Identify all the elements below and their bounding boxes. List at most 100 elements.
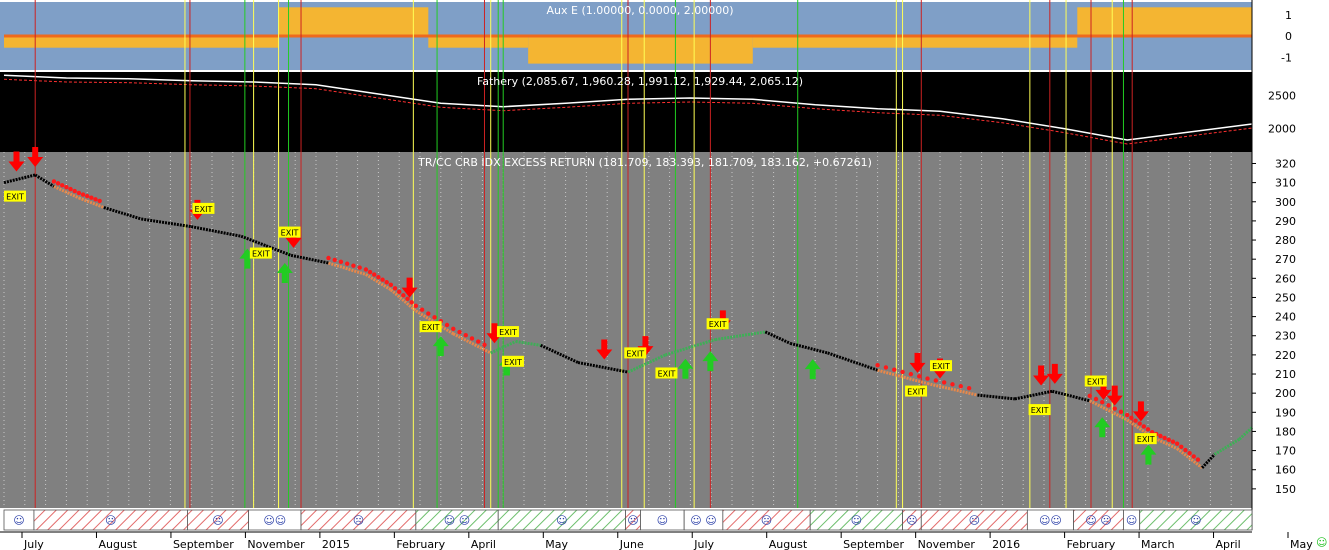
down-signal-dot <box>1145 427 1151 432</box>
down-signal-dot <box>345 261 350 266</box>
exit-label-text: EXIT <box>709 320 727 329</box>
exit-label: EXIT <box>1028 404 1051 416</box>
down-signal-dot <box>1191 454 1196 459</box>
down-signal-dot <box>72 188 77 194</box>
down-signal-dot <box>401 293 406 298</box>
down-signal-dot <box>469 336 475 341</box>
regime-face-icon: ☺ ☹ <box>1085 514 1111 527</box>
month-axis: July August September November 2015 February A… <box>0 531 1313 550</box>
down-signal-dot <box>80 192 86 197</box>
month-label: July <box>693 538 714 550</box>
fathery-tick-label: 2500 <box>1268 89 1296 102</box>
crb-tick-label: 160 <box>1275 464 1296 477</box>
regime-face-icon: ☹ <box>969 514 980 527</box>
down-signal-dot <box>93 197 98 202</box>
crb-tick-label: 180 <box>1275 425 1296 438</box>
down-signal-dot <box>76 190 82 196</box>
down-signal-dot <box>405 296 410 302</box>
month-label: 2015 <box>322 538 350 550</box>
down-signal-dot <box>380 277 385 282</box>
exit-label-text: EXIT <box>1137 435 1155 444</box>
month-label: April <box>1216 538 1241 550</box>
down-signal-dot <box>476 339 481 344</box>
down-signal-dot <box>1133 418 1138 423</box>
smiley-icon: ☺ <box>1316 536 1327 549</box>
down-signal-dot <box>338 259 344 265</box>
regime-face-icon: ☺☺ <box>1039 514 1062 527</box>
crb-tick-label: 260 <box>1275 272 1296 285</box>
exit-label: EXIT <box>419 321 442 333</box>
month-label: July <box>23 538 44 550</box>
down-signal-dot <box>1158 433 1163 439</box>
down-signal-dot <box>413 303 419 309</box>
exit-label-text: EXIT <box>1087 378 1105 387</box>
exit-label: EXIT <box>624 347 647 359</box>
month-label: February <box>396 538 445 550</box>
regime-face-icon: ☺ <box>1126 514 1137 527</box>
aux-e-bar <box>528 36 753 64</box>
down-signal-dot <box>326 255 331 261</box>
aux-e-tick-label: 0 <box>1285 30 1292 43</box>
regime-face-icon: ☺ <box>556 514 567 527</box>
exit-label: EXIT <box>905 385 928 397</box>
crb-tick-label: 190 <box>1275 406 1296 419</box>
down-signal-dot <box>51 179 57 184</box>
month-label: May <box>545 538 568 550</box>
down-signal-dot <box>1174 441 1180 446</box>
down-signal-dot <box>1162 435 1167 441</box>
crb-tick-label: 150 <box>1275 483 1296 496</box>
regime-face-icon: ☺ <box>851 514 862 527</box>
exit-label-text: EXIT <box>422 323 440 332</box>
down-signal-dot <box>463 333 468 338</box>
down-signal-dot <box>1125 412 1130 418</box>
exit-label-text: EXIT <box>195 205 213 214</box>
down-signal-dot <box>357 265 362 270</box>
regime-face-icon: ☺ <box>13 514 24 527</box>
down-signal-dot <box>376 274 381 280</box>
fathery-title: Fathery (2,085.67, 1,960.28, 1,991.12, 1… <box>477 75 803 88</box>
month-label: August <box>98 538 137 550</box>
crb-tick-label: 210 <box>1275 368 1296 381</box>
exit-label: EXIT <box>1134 433 1157 445</box>
crb-tick-label: 310 <box>1275 177 1296 190</box>
regime-face-icon: ☹ <box>353 514 364 527</box>
regime-band-strip: ☺ ☹ ☹ ☺☺ ☹ ☺ ☺ ☺ ☹ ☺ ☺ ☺ ☹ ☺ ☹ ☹ ☺☺ ☺ ☹ ☺ ☺ <box>3 509 1253 531</box>
down-signal-dot <box>419 307 425 312</box>
month-label: September <box>173 538 234 550</box>
exit-label: EXIT <box>655 367 678 379</box>
exit-label: EXIT <box>4 190 26 202</box>
down-signal-dot <box>351 263 356 268</box>
month-label: 2016 <box>992 538 1020 550</box>
exit-label-text: EXIT <box>252 250 270 259</box>
month-label: April <box>471 538 496 550</box>
down-signal-dot <box>451 326 456 332</box>
down-signal-dot <box>1195 457 1201 462</box>
regime-face-icon: ☹ <box>761 514 772 527</box>
down-signal-dot <box>1106 403 1111 408</box>
crb-background <box>0 152 1252 508</box>
down-signal-dot <box>1100 399 1105 405</box>
exit-label: EXIT <box>706 318 729 330</box>
exit-label-text: EXIT <box>626 349 644 358</box>
exit-label-text: EXIT <box>907 388 925 397</box>
down-signal-dot <box>1087 393 1092 399</box>
exit-label-text: EXIT <box>281 229 299 238</box>
down-signal-dot <box>55 181 61 186</box>
crb-tick-label: 320 <box>1275 157 1296 170</box>
down-signal-dot <box>1166 437 1172 443</box>
crb-tick-label: 240 <box>1275 311 1296 324</box>
down-signal-dot <box>1170 439 1176 444</box>
down-signal-dot <box>1141 424 1147 429</box>
exit-label: EXIT <box>930 360 953 372</box>
exit-label-text: EXIT <box>932 362 950 371</box>
down-signal-dot <box>941 380 947 385</box>
down-signal-dot <box>457 329 462 335</box>
aux-e-tick-label: 1 <box>1285 9 1292 22</box>
down-signal-dot <box>367 269 373 275</box>
down-signal-dot <box>97 198 102 204</box>
regime-face-icon: ☹ <box>906 514 917 527</box>
down-signal-dot <box>388 282 394 288</box>
month-label: September <box>843 538 904 550</box>
regime-face-icon: ☺ <box>657 514 668 527</box>
down-signal-dot <box>958 384 963 389</box>
